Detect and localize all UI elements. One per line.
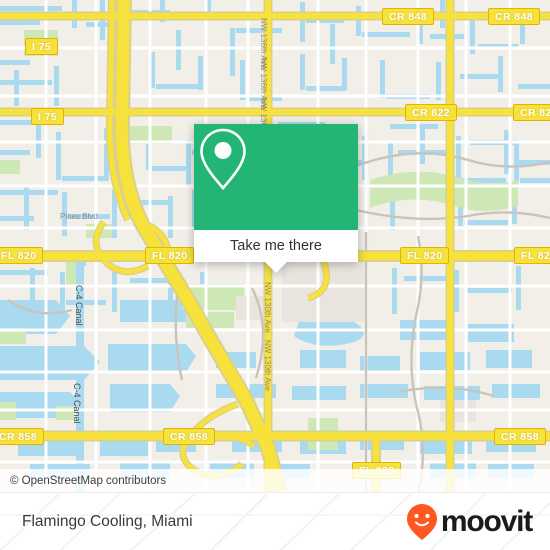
canal-label: C-4 Canal [72,383,82,424]
map-attribution-bar[interactable]: © OpenStreetMap contributors [0,469,550,492]
map-canvas[interactable]: CR 848 CR 848 I 75 I 75 CR 822 CR 822 FL 820 FL… [0,0,550,492]
road-shield: FL 820 [145,247,195,264]
location-popup-card[interactable]: Take me there [194,124,358,273]
footer-bar: Flamingo Cooling, Miami moovit [0,492,550,550]
moovit-logo[interactable]: moovit [405,502,533,542]
canal-label: C-4 Canal [74,285,84,326]
road-shield: CR 848 [488,8,541,25]
page-title: Flamingo Cooling, Miami [22,512,193,530]
road-shield: CR 858 [494,428,547,445]
take-me-there-label: Take me there [230,238,322,254]
moovit-pin-smiley-icon [406,503,437,540]
map-screenshot: CR 848 CR 848 I 75 I 75 CR 822 CR 822 FL 820 FL… [0,0,550,550]
road-shield: CR 858 [163,428,216,445]
road-shield: I 75 [31,108,65,125]
street-label: NW 130th Ave [263,340,272,391]
attribution-text: © OpenStreetMap contributors [10,474,167,487]
take-me-there-button[interactable]: Take me there [194,230,358,262]
road-shield: CR 858 [0,428,45,445]
road-shield: FL 820 [400,247,450,264]
road-shield: FL 820 [514,247,550,264]
road-shield: CR 822 [513,104,550,121]
road-shield: CR 848 [382,8,435,25]
street-label: Pines Blvd [60,212,98,221]
popup-header [194,124,358,230]
street-label: NW 130th Ave [263,282,272,333]
map-pin-icon [200,128,246,190]
road-shield: FL 820 [0,247,44,264]
road-shield: CR 822 [405,104,458,121]
road-shield: I 75 [25,38,59,55]
moovit-wordmark: moovit [440,504,533,538]
popup-tail-pointer [265,262,287,273]
